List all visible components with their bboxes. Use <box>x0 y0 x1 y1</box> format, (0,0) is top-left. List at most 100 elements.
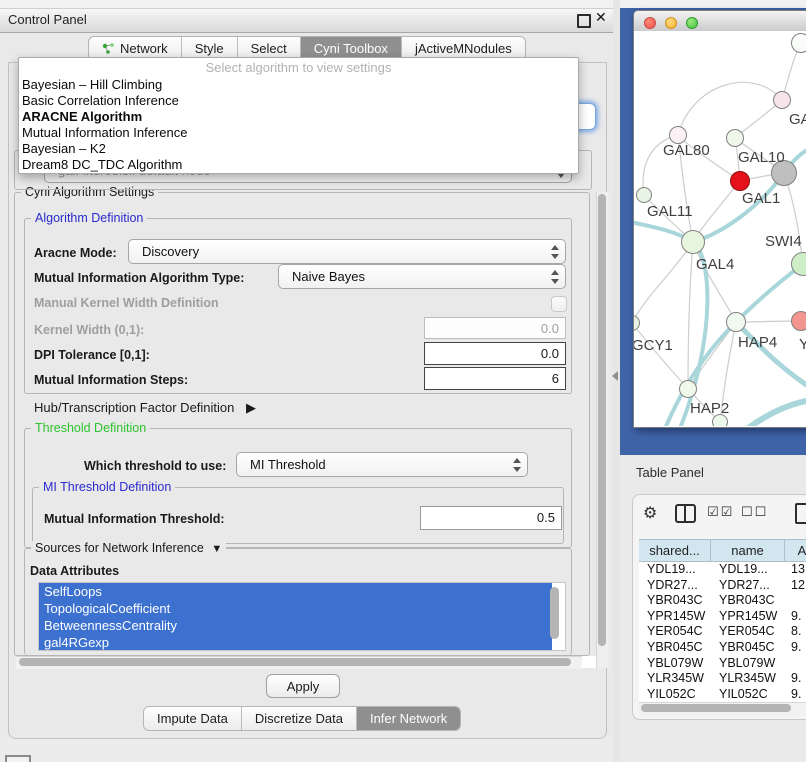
collapse-down-icon[interactable]: ▼ <box>211 543 222 555</box>
node-gal1-red[interactable] <box>730 171 750 191</box>
float-window-icon[interactable] <box>577 14 591 28</box>
hub-definition-toggle[interactable]: Hub/Transcription Factor Definition ▶ <box>34 400 256 416</box>
tab-style-label: Style <box>195 41 224 56</box>
node-label: GAL11 <box>647 203 693 220</box>
column-header-partial[interactable]: A <box>785 540 806 561</box>
cell: YLR345W <box>711 671 785 687</box>
table-hscrollbar-thumb[interactable] <box>641 704 791 712</box>
list-item-betweennesscentrality[interactable]: BetweennessCentrality <box>39 617 552 634</box>
node-label: GAL4 <box>696 256 734 273</box>
column-header-shared-name[interactable]: shared... <box>639 540 711 561</box>
node-gal4[interactable] <box>681 230 705 254</box>
cell: YIL052C <box>711 687 785 702</box>
node-label: GAL <box>789 111 806 128</box>
minimized-panel-button[interactable] <box>5 755 31 762</box>
apply-button[interactable]: Apply <box>266 674 340 698</box>
node-unlabeled-top[interactable] <box>791 33 806 53</box>
algorithm-definition-title: Algorithm Definition <box>31 211 147 225</box>
table-row[interactable]: YPR145W YPR145W 9. <box>639 609 806 625</box>
deselect-all-boxes-icon[interactable]: ☐☐ <box>741 504 768 520</box>
data-attributes-label: Data Attributes <box>30 564 119 578</box>
list-item-selfloops[interactable]: SelfLoops <box>39 583 552 600</box>
popup-item-mutual-information[interactable]: Mutual Information Inference <box>19 125 578 141</box>
node-label: Y <box>799 336 806 353</box>
scrollbar-corner <box>582 656 597 668</box>
node-hap2[interactable] <box>679 380 697 398</box>
dpi-tolerance-field[interactable]: 0.0 <box>424 342 566 365</box>
mi-algorithm-type-select[interactable]: Naive Bayes <box>278 264 566 289</box>
combo-stepper-icon <box>550 269 559 285</box>
node-salmon[interactable] <box>791 311 806 331</box>
cell: 12 <box>785 578 806 594</box>
mi-threshold-field[interactable]: 0.5 <box>420 506 562 530</box>
control-panel-titlebar[interactable] <box>0 8 613 33</box>
data-attributes-list[interactable]: SelfLoops TopologicalCoefficient Between… <box>38 582 566 651</box>
table-panel: ⚙ ☑☑ ☐☐ shared... name A YDL19... YDL19.… <box>632 494 806 720</box>
popup-item-bayesian-hill-climbing[interactable]: Bayesian – Hill Climbing <box>19 77 578 93</box>
node-gal7[interactable] <box>773 91 791 109</box>
close-panel-icon[interactable]: ✕ <box>595 9 607 26</box>
network-window-titlebar[interactable] <box>634 11 806 32</box>
table-panel-title: Table Panel <box>636 465 704 480</box>
attribute-list-scrollbar[interactable] <box>550 587 559 639</box>
column-header-name[interactable]: name <box>711 540 785 561</box>
tab-infer-network-label: Infer Network <box>370 711 447 726</box>
tab-discretize-data[interactable]: Discretize Data <box>242 707 357 730</box>
settings-vscrollbar-thumb[interactable] <box>598 194 606 646</box>
settings-hscrollbar-thumb[interactable] <box>19 658 571 666</box>
export-table-icon[interactable] <box>795 503 806 524</box>
cell: 9. <box>785 687 806 702</box>
list-item-topologicalcoefficient[interactable]: TopologicalCoefficient <box>39 600 552 617</box>
tab-infer-network[interactable]: Infer Network <box>357 707 460 730</box>
table-row[interactable]: YBL079W YBL079W <box>639 656 806 672</box>
node-gal11[interactable] <box>636 187 652 203</box>
network-canvas[interactable]: GAL GAL80 GAL10 GAL1 GAL11 SWI4 GAL4 HAP… <box>634 31 806 426</box>
tab-select-label: Select <box>251 41 287 56</box>
node-label: GAL1 <box>742 190 780 207</box>
manual-kernel-checkbox <box>551 296 567 312</box>
cell: YLR345W <box>639 671 711 687</box>
aracne-mode-select[interactable]: Discovery <box>128 239 566 264</box>
sources-group-title[interactable]: Sources for Network Inference ▼ <box>31 541 226 555</box>
column-layout-icon[interactable] <box>675 504 696 523</box>
popup-item-basic-correlation[interactable]: Basic Correlation Inference <box>19 93 578 109</box>
panel-splitter-column[interactable] <box>613 0 620 762</box>
table-row[interactable]: YDR27... YDR27... 12 <box>639 578 806 594</box>
table-row[interactable]: YDL19... YDL19... 13 <box>639 562 806 578</box>
cell: YBL079W <box>711 656 785 672</box>
threshold-definition-title: Threshold Definition <box>31 421 150 435</box>
tab-cyni-toolbox-label: Cyni Toolbox <box>314 41 388 56</box>
expand-right-icon[interactable]: ▶ <box>246 400 256 415</box>
aracne-mode-value: Discovery <box>142 244 199 259</box>
zoom-window-icon[interactable] <box>686 17 698 29</box>
algorithm-select-popup: Select algorithm to view settings Bayesi… <box>18 57 579 174</box>
table-row[interactable]: YBR045C YBR045C 9. <box>639 640 806 656</box>
table-row[interactable]: YBR043C YBR043C <box>639 593 806 609</box>
select-all-checks-icon[interactable]: ☑☑ <box>707 504 734 520</box>
popup-item-dream8[interactable]: Dream8 DC_TDC Algorithm <box>19 157 578 173</box>
node-label: HAP4 <box>738 334 777 351</box>
cell: YER054C <box>711 624 785 640</box>
network-window[interactable]: GAL GAL80 GAL10 GAL1 GAL11 SWI4 GAL4 HAP… <box>633 10 806 428</box>
table-row[interactable]: YER054C YER054C 8. <box>639 624 806 640</box>
node-gal10[interactable] <box>726 129 744 147</box>
settings-gear-icon[interactable]: ⚙ <box>643 503 657 523</box>
cell: YBR043C <box>639 593 711 609</box>
popup-item-aracne[interactable]: ARACNE Algorithm <box>19 109 578 125</box>
splitter-arrow-icon[interactable] <box>612 371 618 381</box>
popup-item-bayesian-k2[interactable]: Bayesian – K2 <box>19 141 578 157</box>
close-window-icon[interactable] <box>644 17 656 29</box>
minimize-window-icon[interactable] <box>665 17 677 29</box>
tab-discretize-data-label: Discretize Data <box>255 711 343 726</box>
list-item-gal4rgexp[interactable]: gal4RGexp <box>39 634 552 651</box>
control-panel-title: Control Panel <box>8 12 87 27</box>
table-row[interactable]: YLR345W YLR345W 9. <box>639 671 806 687</box>
node-label: GCY1 <box>634 337 673 354</box>
cell: 9. <box>785 671 806 687</box>
which-threshold-select[interactable]: MI Threshold <box>236 452 528 477</box>
tab-impute-data[interactable]: Impute Data <box>144 707 242 730</box>
node-hap4[interactable] <box>726 312 746 332</box>
table-row[interactable]: YIL052C YIL052C 9. <box>639 687 806 702</box>
mi-steps-field[interactable]: 6 <box>424 367 566 390</box>
algorithm-select-placeholder[interactable]: Select algorithm to view settings <box>19 58 578 77</box>
